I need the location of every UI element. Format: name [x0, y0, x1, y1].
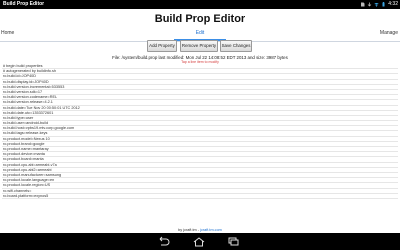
back-icon[interactable]	[156, 236, 170, 247]
add-property-button[interactable]: Add Property	[147, 40, 177, 52]
navigation-bar	[0, 233, 400, 250]
battery-icon	[382, 2, 385, 7]
clock: 4:32	[388, 1, 398, 7]
toolbar: Add Property Remove Property Save Change…	[0, 40, 400, 54]
footer: by jcraft.tm - jcraft.tm.com	[0, 228, 400, 232]
app-header: Build Prop Editor Home Edit Manage	[0, 9, 400, 42]
footer-prefix: by jcraft.tm -	[178, 228, 201, 232]
sd-card-icon	[361, 2, 365, 7]
property-row[interactable]: ro.board.platform=exynos5	[2, 194, 398, 199]
wifi-icon	[374, 2, 379, 7]
home-icon[interactable]	[192, 236, 206, 247]
save-changes-button[interactable]: Save Changes	[220, 40, 252, 52]
download-icon	[367, 2, 372, 7]
status-app-title: Build Prop Editor	[3, 1, 45, 7]
status-bar: Build Prop Editor 4:32	[0, 0, 400, 9]
system-icons	[360, 0, 386, 9]
remove-property-button[interactable]: Remove Property	[180, 40, 218, 52]
tab-edit[interactable]: Edit	[0, 30, 400, 36]
tab-manage[interactable]: Manage	[380, 30, 398, 36]
recent-apps-icon[interactable]	[226, 236, 240, 247]
footer-link[interactable]: jcraft.tm.com	[200, 228, 222, 232]
property-list[interactable]: # begin build properties # autogenerated …	[2, 64, 398, 228]
page-title: Build Prop Editor	[154, 13, 246, 25]
